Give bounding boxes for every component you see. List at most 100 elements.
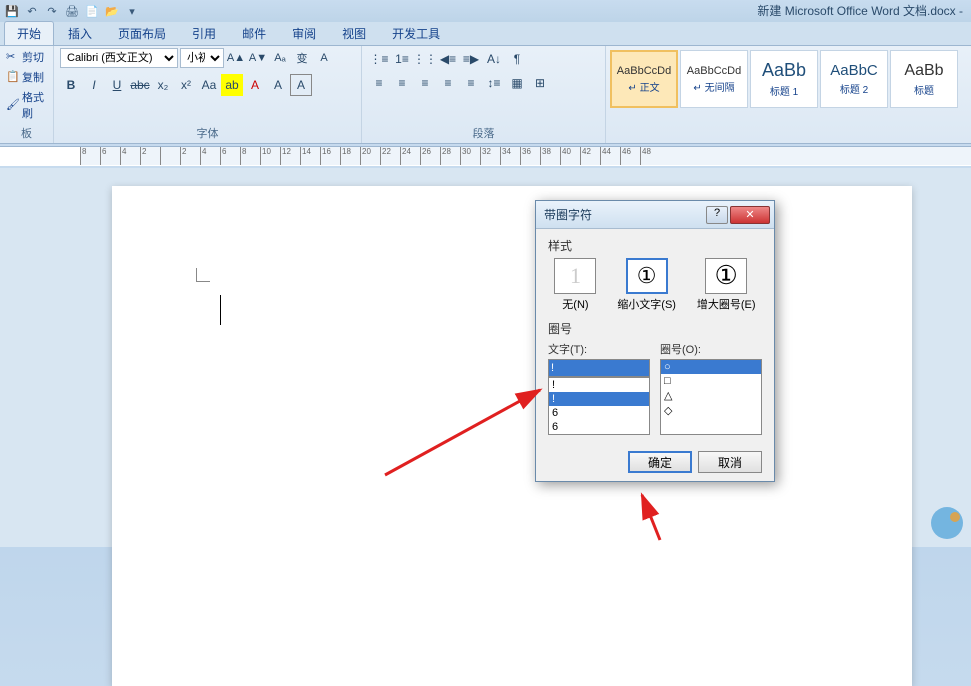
tab-review[interactable]: 审阅 [280, 22, 328, 45]
ok-button[interactable]: 确定 [628, 451, 692, 473]
styles-group: AaBbCcDd ↵ 正文 AaBbCcDd ↵ 无间隔 AaBb 标题 1 A… [606, 46, 971, 143]
paragraph-group: ⋮≡ 1≡ ⋮⋮ ◀≡ ≡▶ A↓ ¶ ≡ ≡ ≡ ≡ ≡ ↕≡ ▦ ⊞ 段落 [362, 46, 606, 143]
align-right-button[interactable]: ≡ [414, 72, 436, 94]
ribbon: ✂剪切 📋复制 🖌格式刷 板 Calibri (西文正文) 小初 A▲ A▼ A… [0, 46, 971, 144]
text-item-3[interactable]: 6 [549, 420, 649, 434]
grow-font-button[interactable]: A▲ [226, 48, 246, 68]
ruler-area: 8642246810121416182022242628303234363840… [0, 146, 971, 166]
qat-preview-icon[interactable]: 📄 [84, 3, 100, 19]
document-page[interactable] [112, 186, 912, 686]
shape-list[interactable]: ○ □ △ ◇ [660, 359, 762, 435]
phonetic-button[interactable]: 变 [292, 48, 312, 68]
style-nospacing[interactable]: AaBbCcDd ↵ 无间隔 [680, 50, 748, 108]
style-normal[interactable]: AaBbCcDd ↵ 正文 [610, 50, 678, 108]
window-title: 新建 Microsoft Office Word 文档.docx - [757, 2, 963, 19]
font-size-select[interactable]: 小初 [180, 48, 224, 68]
qat-redo-icon[interactable]: ↷ [44, 3, 60, 19]
style-heading2[interactable]: AaBbC 标题 2 [820, 50, 888, 108]
dialog-close-button[interactable]: ✕ [730, 206, 770, 224]
sort-button[interactable]: A↓ [483, 48, 505, 70]
distributed-button[interactable]: ≡ [460, 72, 482, 94]
qat-print-icon[interactable]: 🖨 [64, 3, 80, 19]
change-case-button[interactable]: Aa [198, 74, 220, 96]
font-label: 字体 [60, 123, 355, 143]
font-name-select[interactable]: Calibri (西文正文) [60, 48, 178, 68]
dialog-help-button[interactable]: ? [706, 206, 728, 224]
char-border-button[interactable]: A [314, 48, 334, 68]
tab-insert[interactable]: 插入 [56, 22, 104, 45]
copy-button[interactable]: 📋复制 [6, 68, 47, 86]
shape-item-square[interactable]: □ [661, 374, 761, 388]
highlight-button[interactable]: ab [221, 74, 243, 96]
qat-open-icon[interactable]: 📂 [104, 3, 120, 19]
bold-button[interactable]: B [60, 74, 82, 96]
decrease-indent-button[interactable]: ◀≡ [437, 48, 459, 70]
enclose-char-dialog: 带圈字符 ? ✕ 样式 1 无(N) ① 缩小文字(S) ① 增大圈号(E) 圈… [535, 200, 775, 482]
clipboard-label: 板 [6, 123, 47, 143]
style-option-enlarge[interactable]: ① 增大圈号(E) [697, 258, 756, 312]
underline-button[interactable]: U [106, 74, 128, 96]
paragraph-label: 段落 [368, 123, 599, 143]
multilevel-button[interactable]: ⋮⋮ [414, 48, 436, 70]
shading-button[interactable]: ▦ [506, 72, 528, 94]
line-spacing-button[interactable]: ↕≡ [483, 72, 505, 94]
text-cursor [220, 295, 221, 325]
tab-layout[interactable]: 页面布局 [106, 22, 178, 45]
text-input[interactable] [548, 359, 650, 377]
bullets-button[interactable]: ⋮≡ [368, 48, 390, 70]
style-option-none[interactable]: 1 无(N) [554, 258, 596, 312]
horizontal-ruler[interactable]: 8642246810121416182022242628303234363840… [80, 147, 971, 165]
strike-button[interactable]: abc [129, 74, 151, 96]
char-shading-button[interactable]: A [267, 74, 289, 96]
brush-icon: 🖌 [6, 98, 20, 112]
clipboard-group: ✂剪切 📋复制 🖌格式刷 板 [0, 46, 54, 143]
style-options: 1 无(N) ① 缩小文字(S) ① 增大圈号(E) [548, 258, 762, 312]
increase-indent-button[interactable]: ≡▶ [460, 48, 482, 70]
enclosure-section-label: 圈号 [548, 320, 762, 337]
font-color-button[interactable]: A [244, 74, 266, 96]
qat-save-icon[interactable]: 💾 [4, 3, 20, 19]
style-option-shrink[interactable]: ① 缩小文字(S) [617, 258, 676, 312]
align-center-button[interactable]: ≡ [391, 72, 413, 94]
numbering-button[interactable]: 1≡ [391, 48, 413, 70]
shrink-font-button[interactable]: A▼ [248, 48, 268, 68]
text-item-0[interactable]: ! [549, 378, 649, 392]
margin-corner-mark [196, 268, 210, 282]
copy-icon: 📋 [6, 70, 20, 84]
tab-view[interactable]: 视图 [330, 22, 378, 45]
format-painter-button[interactable]: 🖌格式刷 [6, 88, 47, 122]
tab-references[interactable]: 引用 [180, 22, 228, 45]
text-list[interactable]: ! ! 6 6 [548, 377, 650, 435]
style-title[interactable]: AaBb 标题 [890, 50, 958, 108]
tab-mailings[interactable]: 邮件 [230, 22, 278, 45]
shape-item-diamond[interactable]: ◇ [661, 403, 761, 418]
style-heading1[interactable]: AaBb 标题 1 [750, 50, 818, 108]
qat-new-icon[interactable]: ▾ [124, 3, 140, 19]
style-section-label: 样式 [548, 237, 762, 254]
borders-button[interactable]: ⊞ [529, 72, 551, 94]
shape-item-triangle[interactable]: △ [661, 388, 761, 403]
scissors-icon: ✂ [6, 50, 20, 64]
enclose-char-button[interactable]: A [290, 74, 312, 96]
qat-undo-icon[interactable]: ↶ [24, 3, 40, 19]
superscript-button[interactable]: x² [175, 74, 197, 96]
dialog-titlebar[interactable]: 带圈字符 ? ✕ [536, 201, 774, 229]
document-area [0, 168, 971, 547]
text-field-label: 文字(T): [548, 341, 650, 357]
text-item-1[interactable]: ! [549, 392, 649, 406]
shape-field-label: 圈号(O): [660, 341, 762, 357]
show-marks-button[interactable]: ¶ [506, 48, 528, 70]
tab-home[interactable]: 开始 [4, 21, 54, 45]
font-group: Calibri (西文正文) 小初 A▲ A▼ Aₐ 变 A B I U abc… [54, 46, 362, 143]
align-left-button[interactable]: ≡ [368, 72, 390, 94]
justify-button[interactable]: ≡ [437, 72, 459, 94]
tab-developer[interactable]: 开发工具 [380, 22, 452, 45]
ribbon-tabs: 开始 插入 页面布局 引用 邮件 审阅 视图 开发工具 [0, 22, 971, 46]
text-item-2[interactable]: 6 [549, 406, 649, 420]
cancel-button[interactable]: 取消 [698, 451, 762, 473]
subscript-button[interactable]: x₂ [152, 74, 174, 96]
italic-button[interactable]: I [83, 74, 105, 96]
clear-format-button[interactable]: Aₐ [270, 48, 290, 68]
shape-item-circle[interactable]: ○ [661, 360, 761, 374]
cut-button[interactable]: ✂剪切 [6, 48, 47, 66]
